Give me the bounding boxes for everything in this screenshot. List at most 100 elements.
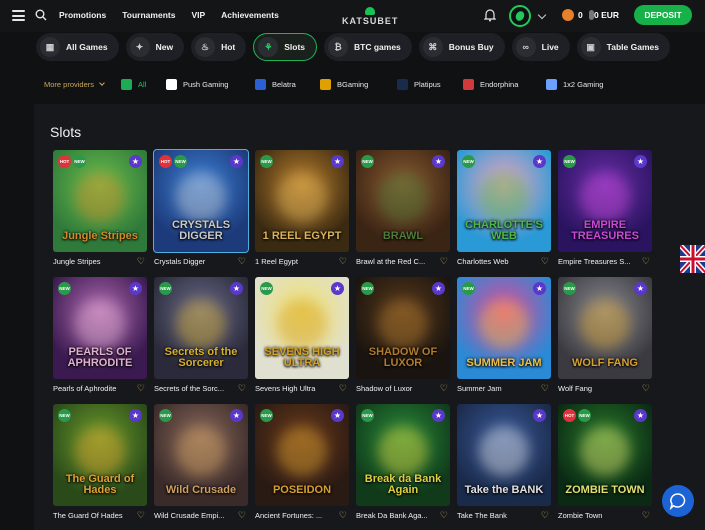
heart-icon[interactable]: ♡ <box>642 256 650 267</box>
game-tile[interactable]: The Guard of Hades NEW ★ The Guard Of Hades… <box>53 404 147 520</box>
provider-endorphina[interactable]: Endorphina <box>463 79 518 90</box>
heart-icon[interactable]: ♡ <box>440 510 448 521</box>
game-thumbnail[interactable]: 1 REEL EGYPT NEW ★ <box>255 150 349 252</box>
provider-belatra[interactable]: Belatra <box>255 79 296 90</box>
star-icon[interactable]: ★ <box>432 409 445 422</box>
heart-icon[interactable]: ♡ <box>238 383 246 394</box>
game-thumbnail[interactable]: EMPIRE TREASURES NEW ★ <box>558 150 652 252</box>
game-tile[interactable]: EMPIRE TREASURES NEW ★ Empire Treasures S..… <box>558 150 652 266</box>
game-tile[interactable]: WOLF FANG NEW ★ Wolf Fang ♡ <box>558 277 652 393</box>
nav-vip[interactable]: VIP <box>191 10 205 20</box>
star-icon[interactable]: ★ <box>331 155 344 168</box>
game-name[interactable]: Shadow of Luxor <box>356 384 438 393</box>
star-icon[interactable]: ★ <box>533 409 546 422</box>
chevron-down-icon[interactable] <box>99 80 105 86</box>
game-thumbnail[interactable]: SHADOW OF LUXOR NEW ★ <box>356 277 450 379</box>
heart-icon[interactable]: ♡ <box>339 383 347 394</box>
tab-all-games[interactable]: ▦ All Games <box>36 33 119 61</box>
game-tile[interactable]: SUMMER JAM NEW ★ Summer Jam ♡ <box>457 277 551 393</box>
star-icon[interactable]: ★ <box>129 282 142 295</box>
heart-icon[interactable]: ♡ <box>238 510 246 521</box>
avatar[interactable] <box>509 5 531 27</box>
game-thumbnail[interactable]: ZOMBIE TOWN HOT NEW ★ <box>558 404 652 506</box>
tab-new[interactable]: ✦ New <box>125 33 185 61</box>
provider-1x2-gaming[interactable]: 1x2 Gaming <box>546 79 603 90</box>
provider-bgaming[interactable]: BGaming <box>320 79 368 90</box>
heart-icon[interactable]: ♡ <box>541 510 549 521</box>
nav-achievements[interactable]: Achievements <box>221 10 279 20</box>
tab-slots[interactable]: ⚘ Slots <box>253 33 318 61</box>
game-name[interactable]: 1 Reel Egypt <box>255 257 337 266</box>
tab-hot[interactable]: ♨ Hot <box>191 33 247 61</box>
heart-icon[interactable]: ♡ <box>440 256 448 267</box>
heart-icon[interactable]: ♡ <box>440 383 448 394</box>
game-tile[interactable]: SEVENS HIGH ULTRA NEW ★ Sevens High Ultra ♡ <box>255 277 349 393</box>
game-tile[interactable]: ZOMBIE TOWN HOT NEW ★ Zombie Town ♡ <box>558 404 652 520</box>
chevron-down-icon[interactable] <box>537 10 547 20</box>
star-icon[interactable]: ★ <box>230 409 243 422</box>
search-icon[interactable] <box>35 9 47 21</box>
star-icon[interactable]: ★ <box>129 155 142 168</box>
game-thumbnail[interactable]: POSEIDON NEW ★ <box>255 404 349 506</box>
heart-icon[interactable]: ♡ <box>642 510 650 521</box>
game-name[interactable]: Wolf Fang <box>558 384 640 393</box>
logo[interactable]: KATSUBET <box>342 6 398 26</box>
game-thumbnail[interactable]: CHARLOTTE'S WEB NEW ★ <box>457 150 551 252</box>
star-icon[interactable]: ★ <box>533 282 546 295</box>
tab-bonus-buy[interactable]: ⌘ Bonus Buy <box>418 33 505 61</box>
game-name[interactable]: Summer Jam <box>457 384 539 393</box>
star-icon[interactable]: ★ <box>634 282 647 295</box>
star-icon[interactable]: ★ <box>331 282 344 295</box>
bell-icon[interactable] <box>484 9 496 22</box>
game-thumbnail[interactable]: PEARLS OF APHRODITE NEW ★ <box>53 277 147 379</box>
game-name[interactable]: Secrets of the Sorc... <box>154 384 236 393</box>
game-tile[interactable]: Break da Bank Again NEW ★ Break Da Bank Aga… <box>356 404 450 520</box>
heart-icon[interactable]: ♡ <box>137 256 145 267</box>
heart-icon[interactable]: ♡ <box>339 256 347 267</box>
game-tile[interactable]: SHADOW OF LUXOR NEW ★ Shadow of Luxor ♡ <box>356 277 450 393</box>
star-icon[interactable]: ★ <box>432 155 445 168</box>
game-name[interactable]: Wild Crusade Empi... <box>154 511 236 520</box>
star-icon[interactable]: ★ <box>129 409 142 422</box>
game-name[interactable]: Ancient Fortunes: ... <box>255 511 337 520</box>
game-name[interactable]: Break Da Bank Aga... <box>356 511 438 520</box>
game-name[interactable]: Empire Treasures S... <box>558 257 640 266</box>
game-tile[interactable]: CRYSTALS DIGGER HOT NEW ★ Crystals Digger ♡ <box>153 149 249 266</box>
deposit-button[interactable]: DEPOSIT <box>634 5 692 25</box>
game-name[interactable]: Jungle Stripes <box>53 257 135 266</box>
star-icon[interactable]: ★ <box>634 155 647 168</box>
game-tile[interactable]: Wild Crusade NEW ★ Wild Crusade Empi... ♡ <box>154 404 248 520</box>
game-tile[interactable]: Take the BANK ★ Take The Bank ♡ <box>457 404 551 520</box>
game-name[interactable]: Zombie Town <box>558 511 640 520</box>
game-tile[interactable]: 1 REEL EGYPT NEW ★ 1 Reel Egypt ♡ <box>255 150 349 266</box>
provider-all[interactable]: All <box>121 79 146 90</box>
game-thumbnail[interactable]: Break da Bank Again NEW ★ <box>356 404 450 506</box>
game-thumbnail[interactable]: Jungle Stripes HOT NEW ★ <box>53 150 147 252</box>
heart-icon[interactable]: ♡ <box>642 383 650 394</box>
game-thumbnail[interactable]: SEVENS HIGH ULTRA NEW ★ <box>255 277 349 379</box>
star-icon[interactable]: ★ <box>634 409 647 422</box>
tab-live[interactable]: ∞ Live <box>511 33 570 61</box>
game-name[interactable]: The Guard Of Hades <box>53 511 135 520</box>
heart-icon[interactable]: ♡ <box>541 383 549 394</box>
game-thumbnail[interactable]: Wild Crusade NEW ★ <box>154 404 248 506</box>
heart-icon[interactable]: ♡ <box>339 510 347 521</box>
nav-tournaments[interactable]: Tournaments <box>122 10 175 20</box>
game-thumbnail[interactable]: Take the BANK ★ <box>457 404 551 506</box>
more-providers[interactable]: More providers <box>44 80 94 89</box>
star-icon[interactable]: ★ <box>230 282 243 295</box>
game-thumbnail[interactable]: The Guard of Hades NEW ★ <box>53 404 147 506</box>
uk-flag-icon[interactable] <box>680 245 705 273</box>
game-name[interactable]: Crystals Digger <box>154 257 236 266</box>
nav-promotions[interactable]: Promotions <box>59 10 106 20</box>
heart-icon[interactable]: ♡ <box>238 256 246 267</box>
game-thumbnail[interactable]: WOLF FANG NEW ★ <box>558 277 652 379</box>
star-icon[interactable]: ★ <box>533 155 546 168</box>
game-thumbnail[interactable]: Secrets of the Sorcerer NEW ★ <box>154 277 248 379</box>
chat-button[interactable] <box>662 485 694 517</box>
game-name[interactable]: Sevens High Ultra <box>255 384 337 393</box>
provider-push-gaming[interactable]: Push Gaming <box>166 79 228 90</box>
game-tile[interactable]: Secrets of the Sorcerer NEW ★ Secrets of th… <box>154 277 248 393</box>
star-icon[interactable]: ★ <box>432 282 445 295</box>
game-name[interactable]: Brawl at the Red C... <box>356 257 438 266</box>
